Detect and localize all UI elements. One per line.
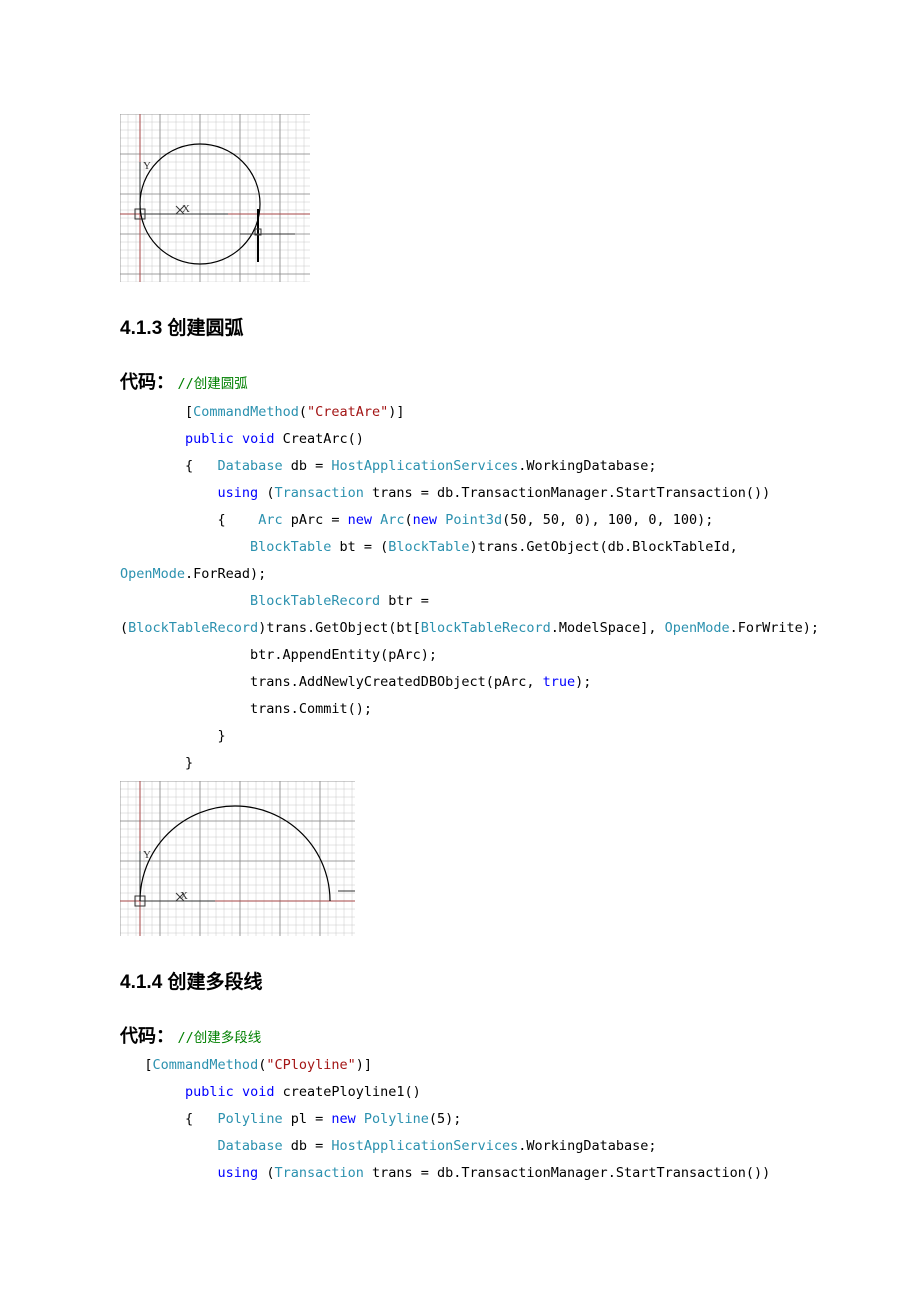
circle-grid-svg: Y X bbox=[120, 114, 310, 282]
comment-413: //创建圆弧 bbox=[178, 376, 248, 392]
heading-414: 4.1.4 创建多段线 bbox=[120, 966, 800, 1000]
code-block-414: [CommandMethod("CPloyline")] public void… bbox=[120, 1052, 800, 1187]
code-label-414: 代码： bbox=[120, 1026, 174, 1046]
code-block-413: [CommandMethod("CreatAre")] public void … bbox=[120, 399, 800, 777]
code-label-413: 代码： bbox=[120, 372, 174, 392]
arc-grid-svg: Y X bbox=[120, 781, 355, 936]
heading-413: 4.1.3 创建圆弧 bbox=[120, 312, 800, 346]
figure-circle: Y X bbox=[120, 114, 800, 282]
figure-arc: Y X bbox=[120, 781, 800, 936]
comment-414: //创建多段线 bbox=[178, 1030, 262, 1046]
